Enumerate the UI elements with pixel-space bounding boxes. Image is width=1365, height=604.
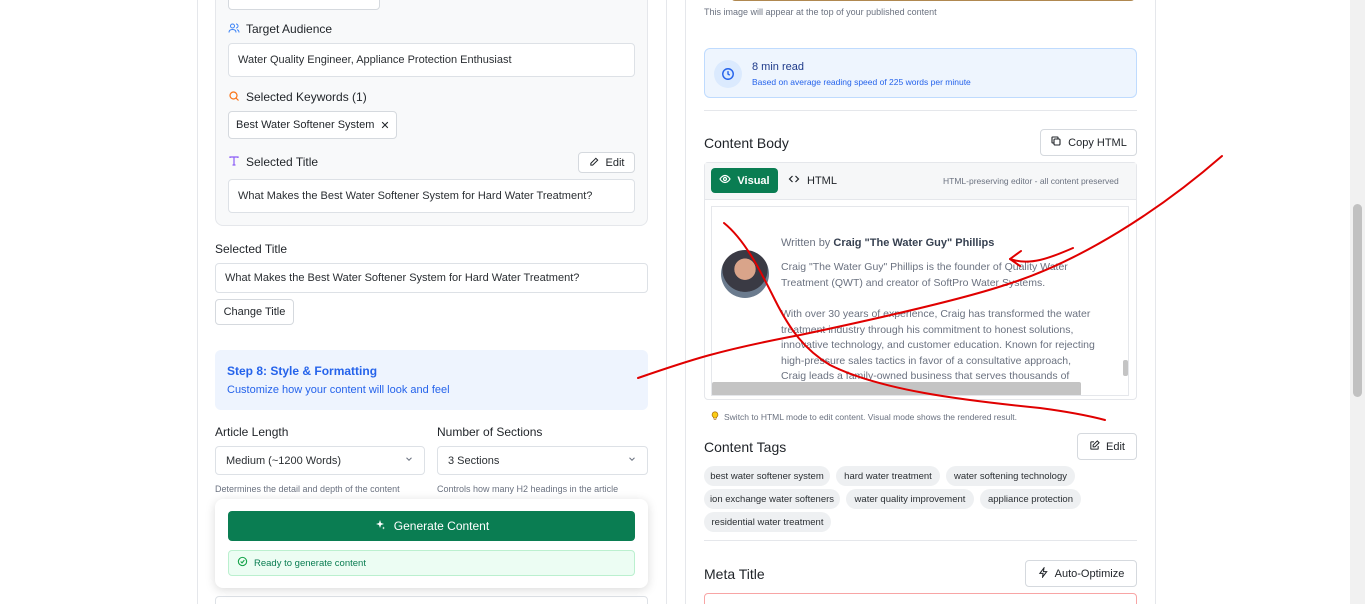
tag: hard water treatment	[836, 466, 940, 486]
divider	[704, 110, 1137, 111]
sparkles-icon	[374, 519, 386, 534]
search-icon	[228, 90, 240, 105]
step8-title: Step 8: Style & Formatting	[227, 364, 378, 378]
sections-help: Controls how many H2 headings in the art…	[437, 484, 619, 494]
right-column-border	[685, 0, 686, 604]
pencil-icon	[589, 156, 600, 170]
content-body-title: Content Body	[704, 135, 789, 151]
partial-field-below	[215, 596, 648, 604]
meta-title-input[interactable]	[704, 593, 1137, 604]
meta-title-heading: Meta Title	[704, 566, 765, 582]
tag: ion exchange water softeners	[704, 489, 840, 509]
right-column-border-right	[1155, 0, 1156, 604]
lightbulb-icon	[710, 411, 720, 423]
sections-select[interactable]: 3 Sections	[437, 446, 648, 475]
featured-image	[731, 0, 1135, 1]
clock-icon	[714, 60, 742, 88]
change-title-button[interactable]: Change Title	[215, 299, 294, 325]
close-icon[interactable]: ✕	[380, 119, 389, 132]
edit-icon	[1089, 439, 1100, 454]
tag: residential water treatment	[704, 512, 831, 532]
chevron-down-icon	[627, 454, 637, 467]
editor-note: HTML-preserving editor - all content pre…	[943, 176, 1119, 186]
author-name: Craig "The Water Guy" Phillips	[833, 237, 995, 249]
editor-hint: Switch to HTML mode to edit content. Vis…	[710, 411, 1017, 423]
author-bio-p1: Craig "The Water Guy" Phillips is the fo…	[781, 261, 1068, 289]
target-audience-label: Target Audience	[228, 20, 332, 38]
tag: best water softener system	[704, 466, 830, 486]
tag: water softening technology	[946, 466, 1075, 486]
divider	[704, 540, 1137, 541]
ready-status: Ready to generate content	[228, 550, 635, 576]
visual-preview[interactable]: Written by Craig "The Water Guy" Phillip…	[711, 206, 1129, 396]
copy-html-button[interactable]: Copy HTML	[1040, 129, 1137, 156]
zap-icon	[1038, 565, 1049, 581]
generate-content-button[interactable]: Generate Content	[228, 511, 635, 541]
users-icon	[228, 22, 240, 37]
code-icon	[788, 173, 800, 188]
selected-title-label: Selected Title	[215, 242, 288, 256]
read-time-box	[704, 48, 1137, 98]
annotation-overlay	[637, 155, 1223, 421]
type-icon	[228, 155, 240, 170]
edit-tags-button[interactable]: Edit	[1077, 433, 1137, 460]
tab-html[interactable]: HTML	[788, 168, 848, 193]
vertical-scrollbar[interactable]	[1123, 360, 1128, 376]
selected-title-field[interactable]: What Makes the Best Water Softener Syste…	[215, 263, 648, 293]
check-circle-icon	[237, 556, 248, 570]
partial-button[interactable]	[228, 0, 380, 10]
copy-icon	[1050, 135, 1062, 150]
edit-title-button[interactable]: Edit	[578, 152, 635, 173]
article-length-select[interactable]: Medium (~1200 Words)	[215, 446, 425, 475]
auto-optimize-button[interactable]: Auto-Optimize	[1025, 560, 1137, 587]
byline: Written by Craig "The Water Guy" Phillip…	[781, 237, 995, 249]
article-length-help: Determines the detail and depth of the c…	[215, 484, 400, 494]
page-scrollbar-thumb[interactable]	[1353, 204, 1362, 397]
step8-subtitle: Customize how your content will look and…	[227, 384, 450, 396]
author-avatar	[721, 250, 769, 298]
target-audience-field[interactable]: Water Quality Engineer, Appliance Protec…	[228, 43, 635, 77]
article-length-label: Article Length	[215, 425, 289, 439]
sections-label: Number of Sections	[437, 425, 543, 439]
keywords-label: Selected Keywords (1)	[228, 88, 367, 106]
eye-icon	[719, 173, 732, 188]
horizontal-scrollbar[interactable]	[712, 382, 1081, 395]
tag: appliance protection	[980, 489, 1081, 509]
chevron-down-icon	[404, 454, 414, 467]
image-caption: This image will appear at the top of you…	[704, 7, 937, 17]
tab-visual[interactable]: Visual	[711, 168, 778, 193]
step8-banner	[215, 350, 648, 410]
read-time-title: 8 min read	[752, 61, 804, 73]
left-column-border	[197, 0, 198, 604]
selected-title-card-label: Selected Title	[228, 153, 318, 171]
read-time-subtitle: Based on average reading speed of 225 wo…	[752, 77, 971, 87]
content-tags-title: Content Tags	[704, 439, 787, 455]
selected-title-card-value: What Makes the Best Water Softener Syste…	[228, 179, 635, 213]
left-column-border-right	[666, 0, 667, 604]
tag: water quality improvement	[846, 489, 974, 509]
keyword-chip: Best Water Softener System ✕	[228, 111, 397, 139]
